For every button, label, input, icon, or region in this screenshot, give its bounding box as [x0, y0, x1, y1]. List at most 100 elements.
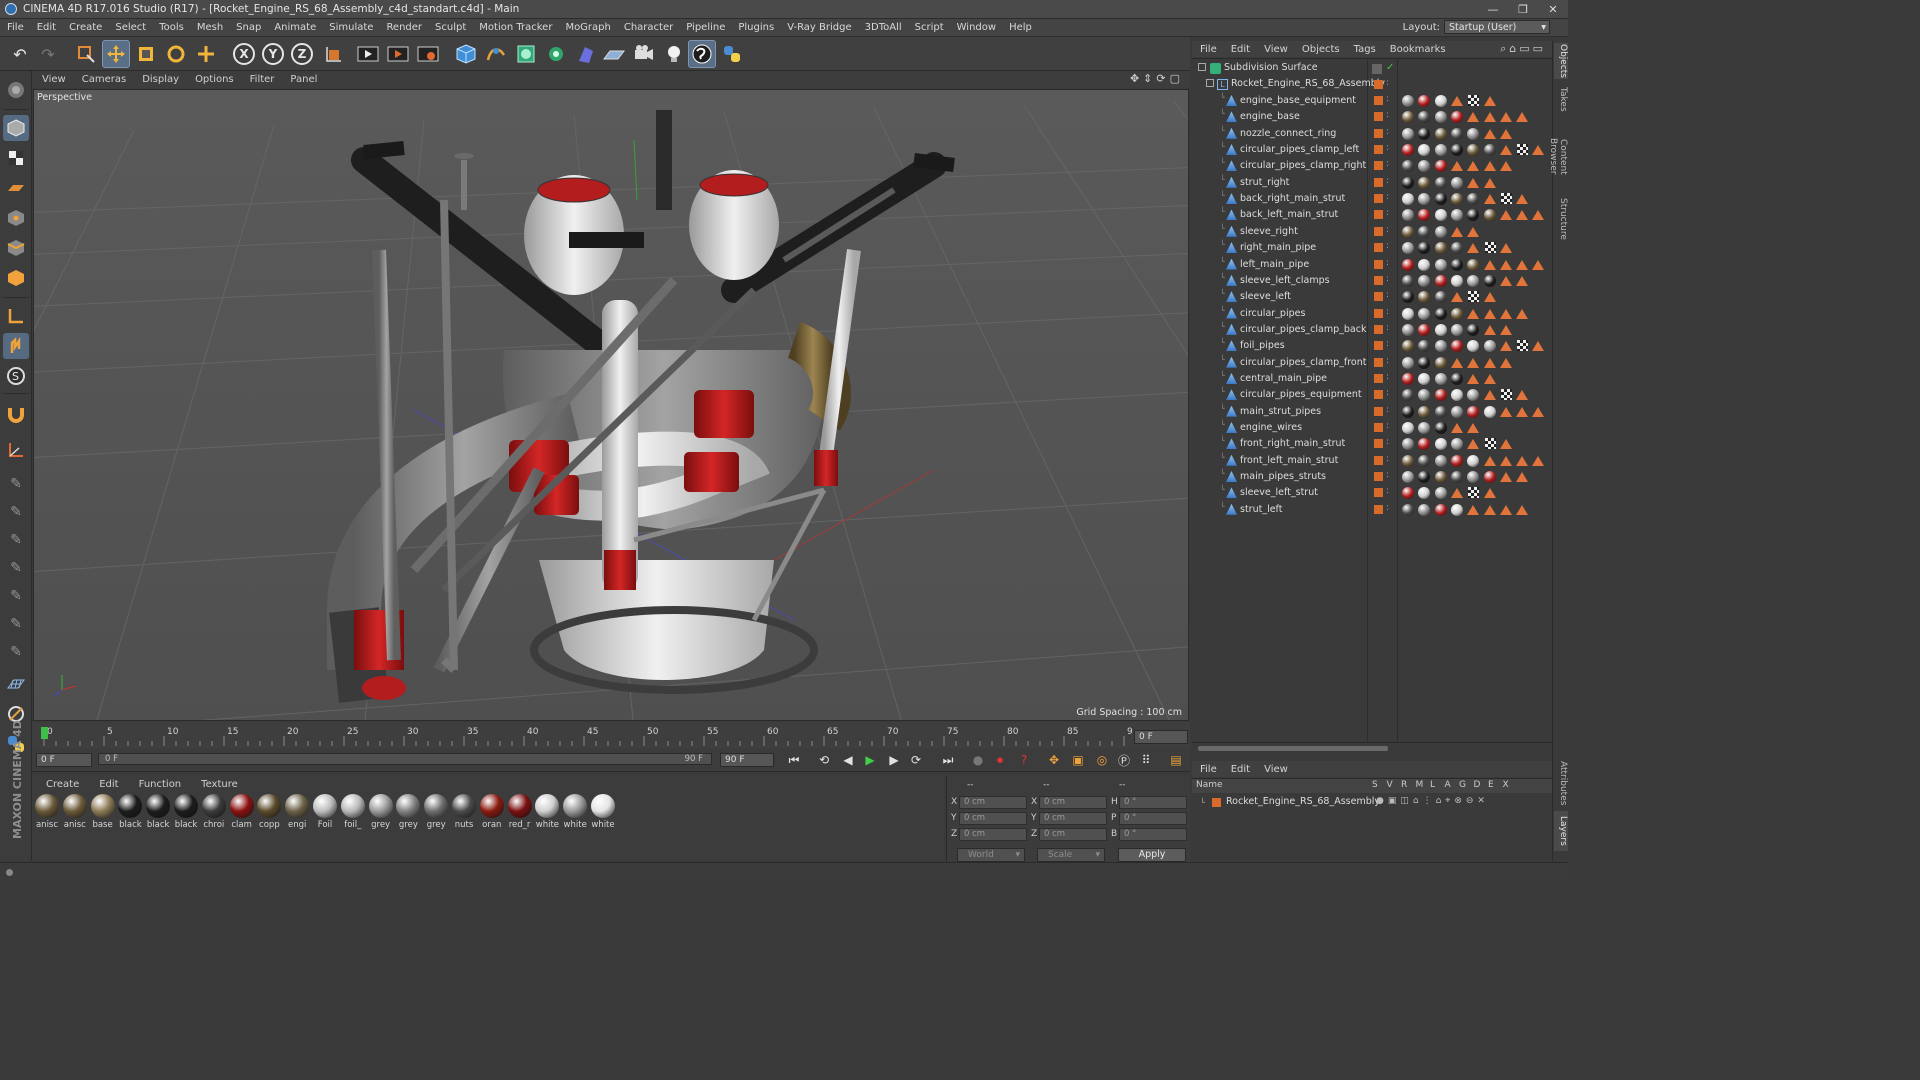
texture-tag[interactable] [1434, 291, 1447, 304]
texture-tag[interactable] [1467, 405, 1480, 418]
move-icon[interactable] [102, 40, 130, 68]
phong-tag[interactable] [1532, 406, 1545, 417]
texture-tag[interactable] [1402, 225, 1414, 238]
texture-tag[interactable] [1467, 127, 1480, 140]
phong-tag[interactable] [1450, 226, 1463, 237]
visibility-dots[interactable]: : [1386, 110, 1389, 120]
y-axis-lock[interactable]: Y [259, 40, 287, 68]
axis-icon[interactable] [3, 437, 29, 463]
material-swatch[interactable]: grey [368, 794, 394, 830]
visibility-dots[interactable]: : [1386, 241, 1389, 251]
texture-tag[interactable] [1402, 291, 1414, 304]
x-axis-lock[interactable]: X [230, 40, 258, 68]
phong-tag[interactable] [1483, 504, 1496, 515]
phong-tag[interactable] [1483, 128, 1496, 139]
texture-tag[interactable] [1450, 503, 1463, 516]
uvw-tag[interactable] [1517, 340, 1529, 352]
texture-tag[interactable] [1434, 389, 1447, 402]
layer-column-header[interactable]: S [1372, 780, 1378, 790]
phong-tag[interactable] [1499, 259, 1512, 270]
layer-column-header[interactable]: D [1474, 780, 1481, 790]
texture-tag[interactable] [1418, 372, 1431, 385]
phong-tag[interactable] [1483, 161, 1496, 172]
object-row[interactable]: └ main_pipes_struts: [1192, 469, 1552, 485]
phong-tag[interactable] [1499, 504, 1512, 515]
object-row[interactable]: └ engine_base: [1192, 109, 1552, 125]
array-icon[interactable] [542, 40, 570, 68]
phong-tag[interactable] [1499, 145, 1512, 156]
menu-item[interactable]: MoGraph [558, 22, 616, 33]
texture-tag[interactable] [1434, 193, 1447, 206]
phong-tag[interactable] [1499, 308, 1512, 319]
texture-tag[interactable] [1450, 323, 1463, 336]
phong-tag[interactable] [1516, 504, 1529, 515]
visibility-dots[interactable]: : [1386, 307, 1389, 317]
camera-icon[interactable] [630, 40, 658, 68]
end-frame-field[interactable]: 90 F [720, 753, 774, 767]
auto-keying-icon[interactable]: ⏺ [990, 751, 1010, 769]
goto-end-icon[interactable]: ⏭ [938, 751, 958, 769]
phong-tag[interactable] [1483, 96, 1496, 106]
sculpt-pinch-icon[interactable]: ✎ [3, 611, 29, 637]
floor-icon[interactable] [600, 40, 628, 68]
texture-tag[interactable] [1402, 323, 1414, 336]
viewport-menu-item[interactable]: Options [185, 74, 240, 85]
phong-tag[interactable] [1467, 243, 1480, 254]
texture-tag[interactable] [1418, 356, 1431, 369]
phong-tag[interactable] [1516, 472, 1529, 483]
key-parameter-icon[interactable]: Ⓟ [1114, 751, 1134, 769]
texture-tag[interactable] [1434, 258, 1447, 271]
layer-tag[interactable] [1374, 96, 1383, 105]
phong-tag[interactable] [1483, 488, 1496, 499]
rotation-field[interactable]: 0 ° [1119, 812, 1187, 825]
object-manager-search-icon[interactable]: ⌕⌂▭▭ [1500, 42, 1546, 56]
menu-item[interactable]: Sculpt [428, 22, 472, 33]
object-row[interactable]: └ left_main_pipe: [1192, 257, 1552, 273]
texture-tag[interactable] [1467, 471, 1480, 484]
size-field[interactable]: 0 cm [1039, 796, 1107, 809]
layer-tag[interactable] [1374, 259, 1383, 269]
visibility-dots[interactable]: : [1386, 388, 1389, 398]
texture-tag[interactable] [1418, 111, 1431, 124]
object-row[interactable]: └ back_left_main_strut: [1192, 207, 1552, 223]
visibility-dots[interactable]: : [1386, 454, 1389, 464]
scale-icon[interactable] [132, 40, 160, 68]
texture-tag[interactable] [1418, 225, 1431, 238]
sculpt-inflate-icon[interactable]: ✎ [3, 555, 29, 581]
layer-tag[interactable] [1374, 373, 1383, 383]
layer-tag[interactable] [1374, 308, 1383, 318]
texture-tag[interactable] [1402, 274, 1414, 287]
texture-tag[interactable] [1418, 405, 1431, 418]
texture-tag[interactable] [1402, 503, 1414, 516]
texture-tag[interactable] [1434, 225, 1447, 238]
phong-tag[interactable] [1450, 161, 1463, 172]
texture-tag[interactable] [1434, 503, 1447, 516]
visibility-dots[interactable]: : [1386, 356, 1389, 366]
phong-tag[interactable] [1450, 488, 1463, 499]
object-row[interactable]: └ circular_pipes_equipment: [1192, 387, 1552, 403]
object-row[interactable]: └ right_main_pipe: [1192, 240, 1552, 256]
texture-tag[interactable] [1450, 176, 1463, 189]
phong-tag[interactable] [1450, 357, 1463, 368]
texture-tag[interactable] [1434, 209, 1447, 222]
step-back-icon[interactable]: ◀ [838, 751, 858, 769]
texture-tag[interactable] [1467, 454, 1480, 467]
layer-tag[interactable] [1374, 194, 1383, 204]
rotate-icon[interactable] [162, 40, 190, 68]
object-menu-item[interactable]: Tags [1346, 44, 1382, 55]
texture-tag[interactable] [1402, 389, 1414, 402]
texture-tag[interactable] [1434, 323, 1447, 336]
layer-color-swatch[interactable] [1212, 798, 1221, 807]
material-swatch[interactable]: white [534, 794, 560, 830]
texture-tag[interactable] [1483, 209, 1496, 222]
texture-tag[interactable] [1450, 471, 1463, 484]
visibility-dots[interactable]: : [1386, 503, 1389, 513]
phong-tag[interactable] [1483, 390, 1496, 401]
material-swatch[interactable]: white [590, 794, 616, 830]
texture-tag[interactable] [1483, 405, 1496, 418]
size-field[interactable]: 0 cm [1039, 828, 1107, 841]
uvw-tag[interactable] [1468, 291, 1480, 303]
enabled-check-icon[interactable]: ✓ [1386, 62, 1394, 73]
material-swatch[interactable]: foil_ [340, 794, 366, 830]
texture-tag[interactable] [1450, 144, 1463, 157]
